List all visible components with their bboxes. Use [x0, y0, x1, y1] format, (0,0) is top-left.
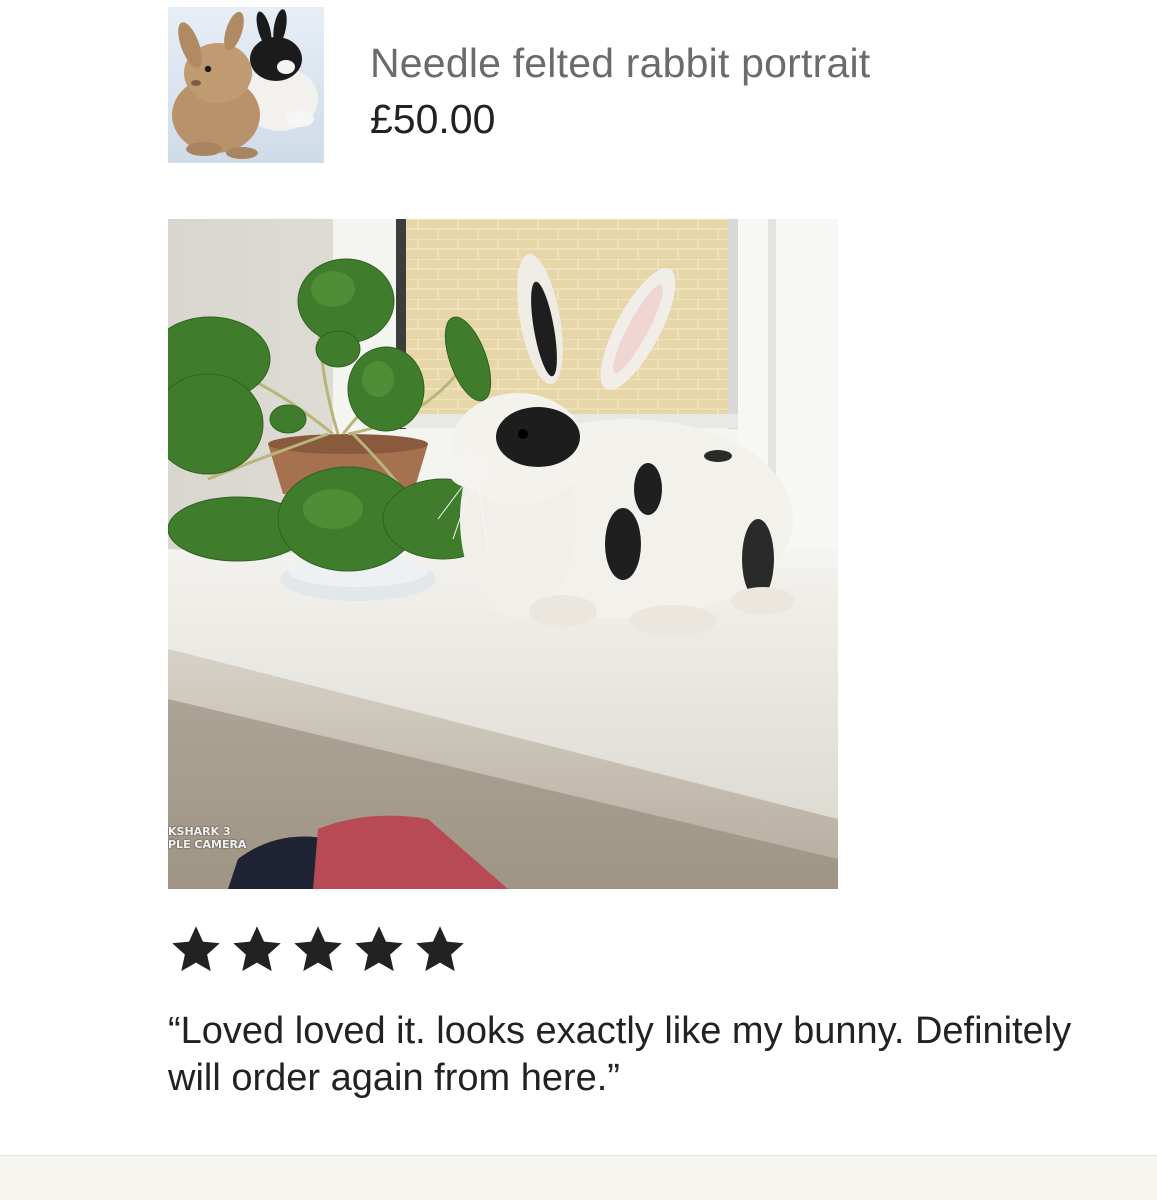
- product-thumbnail[interactable]: [168, 7, 324, 163]
- bottom-bar: [0, 1155, 1157, 1200]
- star-icon: [294, 926, 342, 972]
- star-icon: [233, 926, 281, 972]
- review-page: Needle felted rabbit portrait £50.00 KSH…: [0, 0, 1157, 1200]
- star-icon: [172, 926, 220, 972]
- review-photo[interactable]: KSHARK 3 PLE CAMERA: [168, 219, 838, 889]
- felted-rabbit-on-windowsill-photo-icon: [168, 219, 838, 889]
- camera-watermark: KSHARK 3 PLE CAMERA: [168, 825, 246, 851]
- star-icon: [416, 926, 464, 972]
- review-text: “Loved loved it. looks exactly like my b…: [168, 1010, 1072, 1099]
- product-price: £50.00: [370, 96, 496, 142]
- star-rating: [168, 922, 468, 978]
- star-icon: [355, 926, 403, 972]
- camera-watermark-line1: KSHARK 3: [168, 825, 231, 838]
- camera-watermark-line2: PLE CAMERA: [168, 838, 247, 851]
- product-title[interactable]: Needle felted rabbit portrait: [370, 40, 870, 87]
- felted-rabbits-thumbnail-icon: [168, 7, 324, 163]
